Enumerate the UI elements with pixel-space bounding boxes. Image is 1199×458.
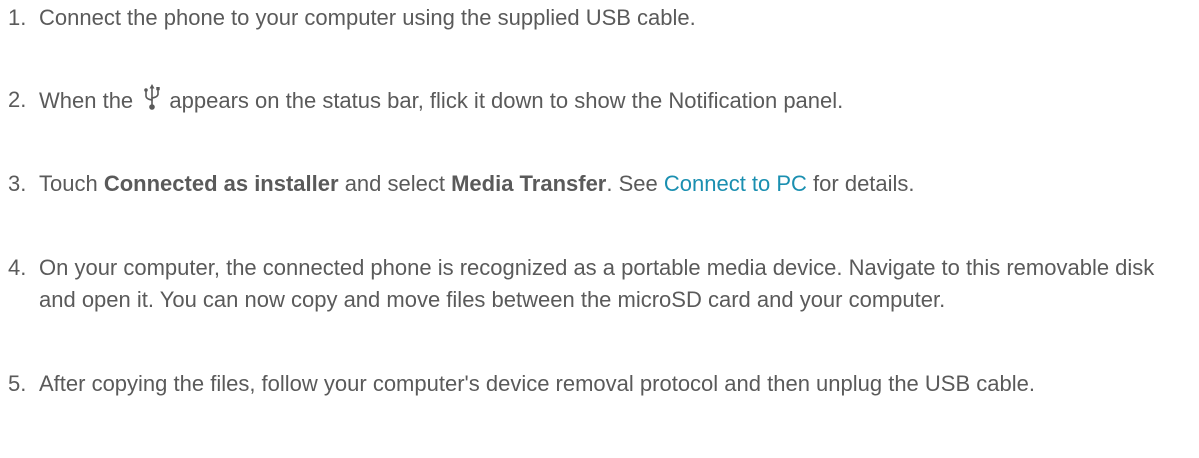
step-text: When the appears on the status bar, flic…: [39, 84, 1193, 117]
step-text: On your computer, the connected phone is…: [39, 255, 1155, 312]
step-number: 1.: [8, 5, 27, 30]
connected-as-installer-label: Connected as installer: [103, 171, 339, 196]
step-text-part: . See: [606, 171, 664, 196]
step-number: 5.: [8, 371, 27, 396]
step-text-part: for details.: [806, 171, 915, 196]
media-transfer-label: Media Transfer: [451, 171, 607, 196]
connect-to-pc-link[interactable]: Connect to PC: [664, 171, 807, 196]
step-number: 3.: [8, 171, 27, 196]
step-text-before-icon: When the: [39, 88, 134, 113]
step-5: 5. After copying the files, follow your …: [8, 368, 1193, 400]
step-text: Connect the phone to your computer using…: [39, 5, 696, 30]
step-number: 2.: [8, 87, 27, 112]
usb-icon: [143, 84, 161, 112]
step-text-after-icon: appears on the status bar, flick it down…: [169, 88, 844, 113]
step-text: Touch Connected as installer and select …: [39, 168, 1193, 200]
step-number: 4.: [8, 255, 27, 280]
step-text: After copying the files, follow your com…: [39, 371, 1035, 396]
step-2: 2. When the appears on the status bar, f…: [8, 84, 1193, 117]
step-1: 1. Connect the phone to your computer us…: [8, 2, 1193, 34]
step-4: 4. On your computer, the connected phone…: [8, 252, 1193, 316]
step-text-part: Touch: [39, 171, 104, 196]
step-3: 3. Touch Connected as installer and sele…: [8, 168, 1193, 200]
step-text-part: and select: [338, 171, 452, 196]
